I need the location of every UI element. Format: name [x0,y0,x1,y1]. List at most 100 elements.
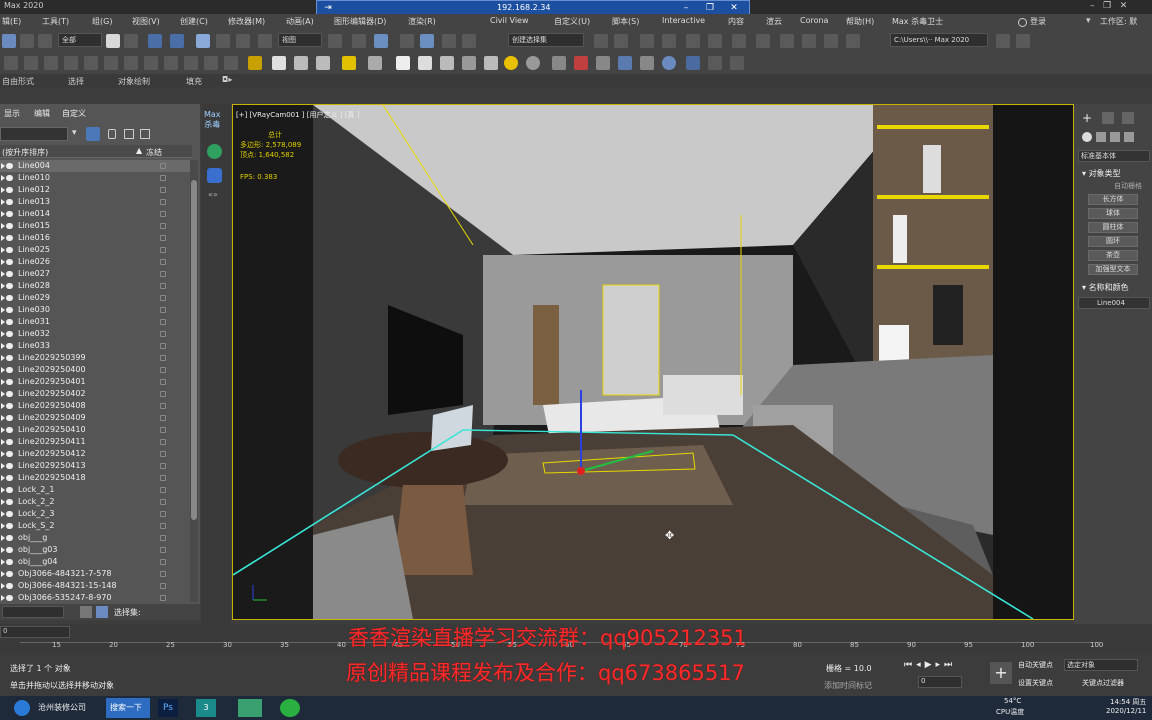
list-item[interactable]: Obj3066-484321-7-578 [0,568,190,580]
visibility-icon[interactable] [6,379,13,385]
hierarchy-icon[interactable] [124,129,134,139]
torus-button[interactable]: 圆环 [1088,236,1138,247]
freeze-icon[interactable] [160,355,166,361]
freeze-icon[interactable] [160,559,166,565]
window-controls[interactable]: – ❐ ✕ [1090,1,1150,13]
workspace-label[interactable]: 工作区: 默 [1100,16,1137,27]
search-button[interactable]: 搜索一下 [106,698,150,718]
cylinder-button[interactable]: 圆柱体 [1088,222,1138,233]
menu-help[interactable]: 帮助(H) [846,16,874,27]
expand-arrow-icon[interactable] [1,223,5,229]
maximize-window-icon[interactable]: ❐ [1103,1,1120,11]
visibility-icon[interactable] [6,547,13,553]
menu-corona[interactable]: Corona [800,16,828,25]
explorer-menu-display[interactable]: 显示 [4,108,20,119]
freeze-icon[interactable] [160,475,166,481]
freeze-icon[interactable] [160,415,166,421]
sun-icon[interactable] [504,56,518,70]
snap-icon[interactable] [400,34,414,48]
list-item[interactable]: Line2029250408 [0,400,190,412]
scan-icon[interactable] [207,144,222,159]
vray-icon-15[interactable] [730,56,744,70]
pin-icon[interactable]: ⇥ [321,2,335,14]
list-item[interactable]: Line2029250418 [0,472,190,484]
vray-icon-2[interactable] [316,56,330,70]
menu-group[interactable]: 组(G) [92,16,112,27]
visibility-icon[interactable] [6,319,13,325]
list-item[interactable]: Line033 [0,340,190,352]
visibility-icon[interactable] [6,259,13,265]
visibility-icon[interactable] [6,283,13,289]
chevron-down-icon[interactable]: ▾ [1086,16,1096,27]
set-key-plus-icon[interactable]: + [990,662,1012,684]
expand-arrow-icon[interactable] [1,343,5,349]
scene-explorer-icon[interactable] [96,606,108,618]
mirror-icon[interactable] [594,34,608,48]
rollout-name-color[interactable]: ▾ 名称和颜色 [1082,282,1129,293]
layer-icon[interactable] [140,129,150,139]
menu-interactive[interactable]: Interactive [662,16,705,25]
freeze-icon[interactable] [160,439,166,445]
tool-icon-11[interactable] [204,56,218,70]
schematic-view-icon[interactable] [732,34,746,48]
visibility-icon[interactable] [6,523,13,529]
browser-icon[interactable] [14,700,30,716]
list-item[interactable]: Line028 [0,280,190,292]
visibility-icon[interactable] [6,163,13,169]
tool-icon-5[interactable] [84,56,98,70]
align-icon[interactable] [614,34,628,48]
box-button[interactable]: 长方体 [1088,194,1138,205]
vray-icon-9[interactable] [596,56,610,70]
expand-arrow-icon[interactable] [1,367,5,373]
list-item[interactable]: Lock_2_3 [0,508,190,520]
freeze-icon[interactable] [160,283,166,289]
visibility-icon[interactable] [6,391,13,397]
app-icon[interactable] [238,699,262,717]
shield-icon[interactable] [207,168,222,183]
freeze-icon[interactable] [160,223,166,229]
create-tab-icon[interactable]: + [1082,112,1094,124]
lights-icon[interactable] [1110,132,1120,142]
visibility-icon[interactable] [6,175,13,181]
vray-icon-7[interactable] [552,56,566,70]
move-icon[interactable] [196,34,210,48]
add-time-tag[interactable]: 添加时间标记 [824,680,872,691]
visibility-icon[interactable] [6,331,13,337]
photoshop-icon[interactable]: Ps [158,699,178,717]
spinner-snap-icon[interactable] [462,34,476,48]
list-item[interactable]: Line010 [0,172,190,184]
freeze-icon[interactable] [160,343,166,349]
list-item[interactable]: Obj3066-535247-8-970 [0,592,190,602]
tool-icon-9[interactable] [164,56,178,70]
list-item[interactable]: Line2029250400 [0,364,190,376]
menu-animation[interactable]: 动画(A) [286,16,314,27]
project-folder-icon[interactable] [996,34,1010,48]
tool-icon-12[interactable] [224,56,238,70]
vray-icon-8[interactable] [574,56,588,70]
visibility-icon[interactable] [6,187,13,193]
3dsmax-icon[interactable]: 3 [196,699,216,717]
menu-antivirus[interactable]: Max 杀毒卫士 [892,16,943,27]
list-item[interactable]: Line026 [0,256,190,268]
visibility-icon[interactable] [6,427,13,433]
list-item[interactable]: Line030 [0,304,190,316]
vray-sphere-icon[interactable] [418,56,432,70]
freeze-icon[interactable] [160,211,166,217]
menu-tools[interactable]: 工具(T) [42,16,69,27]
visibility-icon[interactable] [6,595,13,601]
list-item[interactable]: obj___g [0,532,190,544]
expand-arrow-icon[interactable] [1,247,5,253]
vray-light-icon[interactable] [342,56,356,70]
freeze-icon[interactable] [160,535,166,541]
freeze-icon[interactable] [160,511,166,517]
angle-snap-icon[interactable] [420,34,434,48]
visibility-icon[interactable] [6,295,13,301]
list-item[interactable]: Line2029250412 [0,448,190,460]
list-item[interactable]: Line016 [0,232,190,244]
pivot-icon[interactable] [328,34,342,48]
minimize-icon[interactable]: – [679,2,693,14]
window-crossing-icon[interactable] [170,34,184,48]
light-icon[interactable] [248,56,262,70]
vray-icon-6[interactable] [484,56,498,70]
percent-snap-icon[interactable] [442,34,456,48]
